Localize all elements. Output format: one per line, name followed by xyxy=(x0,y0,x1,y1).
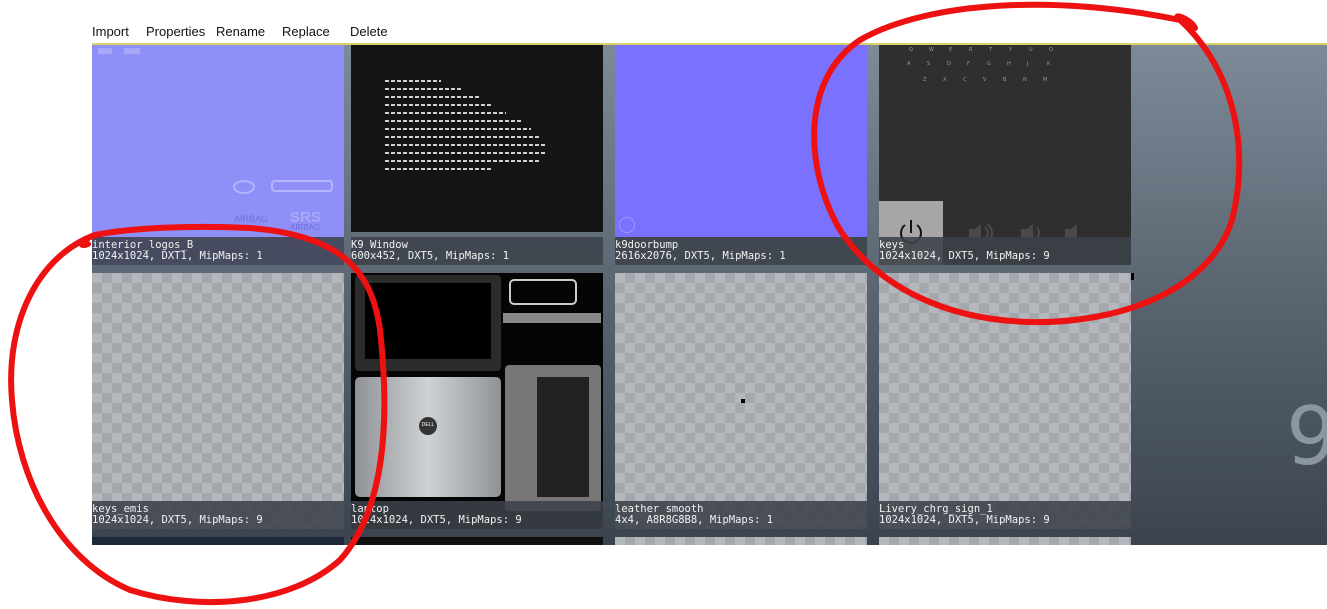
texture-info: 4x4, A8R8G8B8, MipMaps: 1 xyxy=(615,514,774,526)
texture-info: 1024x1024, DXT5, MipMaps: 9 xyxy=(879,514,1050,526)
texture-info: 1024x1024, DXT1, MipMaps: 1 xyxy=(92,250,263,262)
texture-thumbnail xyxy=(92,273,344,529)
svg-text:A: A xyxy=(907,61,911,67)
background-glyph: 9 xyxy=(1286,390,1327,483)
svg-text:W: W xyxy=(929,47,934,53)
texture-info: 2616x2076, DXT5, MipMaps: 1 xyxy=(615,250,786,262)
laptop-side xyxy=(503,313,601,323)
svg-text:S: S xyxy=(927,61,930,67)
svg-text:H: H xyxy=(1007,61,1011,67)
keyboard-image xyxy=(537,377,589,497)
thumb-detail xyxy=(124,48,140,54)
svg-text:T: T xyxy=(988,47,993,53)
texture-tile-interior-logos-b[interactable]: AIRBAG SRS AIRBAG interior_logos_B 1024x… xyxy=(92,45,344,265)
svg-text:N: N xyxy=(1023,77,1027,83)
svg-text:K: K xyxy=(1047,61,1051,67)
replace-button[interactable]: Replace xyxy=(282,24,330,39)
texture-tile-keys[interactable]: QWER TYUO ASDF GHJK ZXCV BNM keys 1024x1… xyxy=(879,45,1131,265)
thumb-logo-text: DELL xyxy=(421,422,435,428)
page-bottom-blank xyxy=(0,545,1327,609)
texture-caption: keys 1024x1024, DXT5, MipMaps: 9 xyxy=(879,237,1131,265)
laptop-bottom: DELL xyxy=(355,377,501,497)
texture-thumbnail xyxy=(615,45,867,237)
thumb-detail xyxy=(619,217,635,233)
texture-info: 1024x1024, DXT5, MipMaps: 9 xyxy=(92,514,263,526)
texture-thumbnail xyxy=(879,273,1131,529)
texture-info: 600x452, DXT5, MipMaps: 1 xyxy=(351,250,510,262)
svg-text:M: M xyxy=(1043,77,1047,83)
texture-thumbnail xyxy=(351,45,603,232)
texture-caption: Livery_chrg_sign_1 1024x1024, DXT5, MipM… xyxy=(879,501,1131,529)
texture-thumbnail: DELL xyxy=(351,273,603,529)
texture-thumbnail: AIRBAG SRS AIRBAG xyxy=(92,45,344,265)
texture-info: 1024x1024, DXT5, MipMaps: 9 xyxy=(351,514,522,526)
laptop-lid xyxy=(355,275,501,371)
texture-tile-laptop[interactable]: DELL laptop 1024x1024, DXT5, MipMaps: 9 xyxy=(351,273,603,529)
delete-button[interactable]: Delete xyxy=(350,24,388,39)
svg-text:Z: Z xyxy=(923,77,927,83)
texture-tile-partial[interactable] xyxy=(351,537,603,545)
texture-thumbnail: Q W E R T Y U O A S D F G H J K Z X C V B N M xyxy=(879,45,1131,265)
svg-text:J: J xyxy=(1026,61,1028,67)
texture-tile-partial[interactable] xyxy=(879,537,1131,545)
texture-caption: K9 Window 600x452, DXT5, MipMaps: 1 xyxy=(351,237,603,265)
svg-text:Y: Y xyxy=(1008,47,1013,53)
properties-button[interactable]: Properties xyxy=(146,24,205,39)
thumb-logo-text: AIRBAG xyxy=(234,214,269,224)
svg-text:F: F xyxy=(967,61,970,67)
svg-text:V: V xyxy=(983,77,987,83)
svg-text:R: R xyxy=(969,47,973,53)
tiny-texture-dot xyxy=(741,399,745,403)
texture-caption: leather smooth 4x4, A8R8G8B8, MipMaps: 1 xyxy=(615,501,867,529)
texture-tile-k9-window[interactable]: K9 Window 600x452, DXT5, MipMaps: 1 xyxy=(351,45,603,265)
texture-tile-livery-chrg-sign-1[interactable]: Livery_chrg_sign_1 1024x1024, DXT5, MipM… xyxy=(879,273,1131,529)
svg-text:Q: Q xyxy=(909,47,913,53)
svg-text:U: U xyxy=(1029,47,1033,53)
svg-text:E: E xyxy=(949,47,952,53)
thumb-logo-text: AIRBAG xyxy=(290,223,321,232)
svg-text:D: D xyxy=(947,61,951,67)
texture-tile-partial[interactable] xyxy=(615,537,867,545)
svg-text:B: B xyxy=(1003,77,1007,83)
window-stripes-image xyxy=(385,80,546,170)
rename-button[interactable]: Rename xyxy=(216,24,265,39)
texture-tile-keys-emis[interactable]: keys_emis 1024x1024, DXT5, MipMaps: 9 xyxy=(92,273,344,529)
texture-caption: k9doorbump 2616x2076, DXT5, MipMaps: 1 xyxy=(615,237,867,265)
texture-caption: laptop 1024x1024, DXT5, MipMaps: 9 xyxy=(351,501,603,529)
texture-caption: interior_logos_B 1024x1024, DXT1, MipMap… xyxy=(92,237,344,265)
keyboard-keys-image: Q W E R T Y U O A S D F G H J K Z X C V B N M xyxy=(907,47,1053,83)
laptop-hinge xyxy=(509,279,577,305)
texture-tile-partial[interactable] xyxy=(92,537,344,545)
toolbar: Import Properties Rename Replace Delete xyxy=(92,22,1327,44)
svg-text:O: O xyxy=(1049,47,1053,53)
texture-thumbnail xyxy=(615,273,867,529)
svg-text:C: C xyxy=(963,77,967,83)
svg-text:G: G xyxy=(987,61,991,67)
texture-tile-k9doorbump[interactable]: k9doorbump 2616x2076, DXT5, MipMaps: 1 xyxy=(615,45,867,265)
horn-logo-icon xyxy=(233,180,333,194)
svg-text:X: X xyxy=(943,77,947,83)
import-button[interactable]: Import xyxy=(92,24,129,39)
texture-tile-leather-smooth[interactable]: leather smooth 4x4, A8R8G8B8, MipMaps: 1 xyxy=(615,273,867,529)
laptop-screen xyxy=(365,283,491,359)
texture-caption: keys_emis 1024x1024, DXT5, MipMaps: 9 xyxy=(92,501,344,529)
texture-info: 1024x1024, DXT5, MipMaps: 9 xyxy=(879,250,1050,262)
laptop-keyboard-panel xyxy=(505,365,601,511)
thumb-detail xyxy=(98,48,112,54)
